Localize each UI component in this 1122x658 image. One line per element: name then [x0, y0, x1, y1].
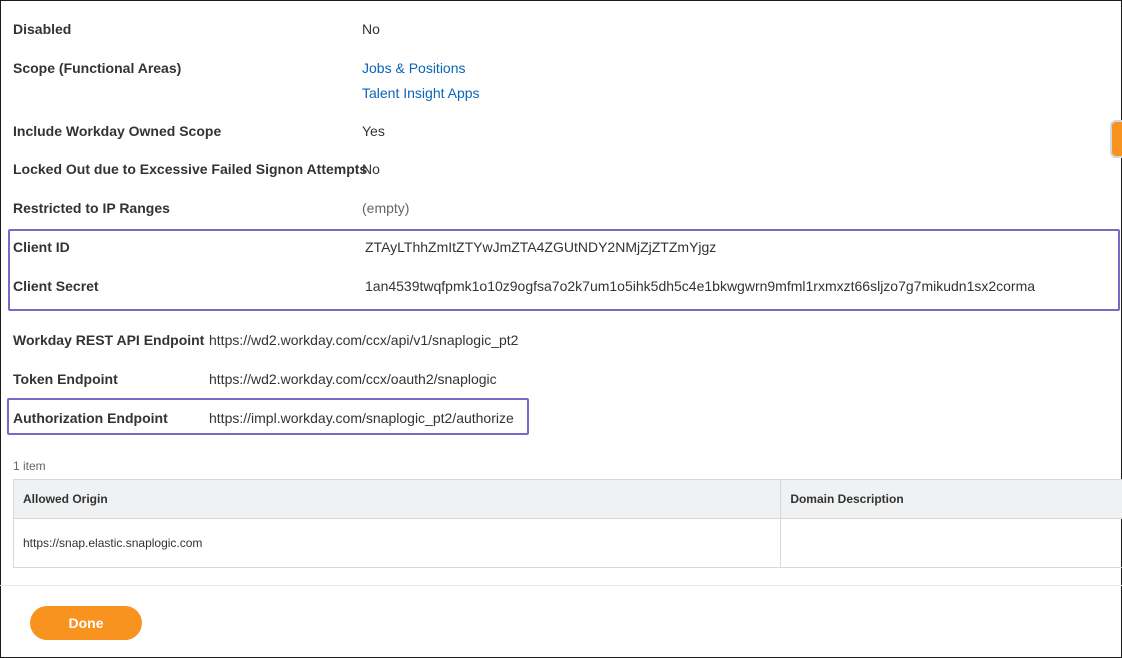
restricted-ip-label: Restricted to IP Ranges: [13, 200, 170, 216]
scope-label: Scope (Functional Areas): [13, 60, 182, 76]
locked-out-label: Locked Out due to Excessive Failed Signo…: [13, 161, 368, 177]
disabled-value: No: [362, 21, 380, 37]
column-header-domain-description[interactable]: Domain Description: [780, 479, 1122, 519]
allowed-origins-table: Allowed Origin Domain Description https:…: [12, 479, 1122, 568]
rest-endpoint-value: https://wd2.workday.com/ccx/api/v1/snapl…: [209, 332, 519, 348]
scope-link-jobs-positions[interactable]: Jobs & Positions: [362, 60, 466, 76]
column-header-allowed-origin[interactable]: Allowed Origin: [12, 479, 782, 519]
table-row: https://snap.elastic.snaplogic.com: [12, 518, 1122, 568]
token-endpoint-label: Token Endpoint: [13, 371, 118, 387]
auth-endpoint-label: Authorization Endpoint: [13, 410, 168, 426]
client-secret-label: Client Secret: [13, 278, 99, 294]
side-panel-toggle-button[interactable]: [1110, 120, 1122, 158]
table-item-count: 1 item: [13, 459, 46, 473]
include-owned-scope-label: Include Workday Owned Scope: [13, 123, 222, 139]
locked-out-value: No: [362, 161, 380, 177]
client-secret-value: 1an4539twqfpmk1o10z9ogfsa7o2k7um1o5ihk5d…: [365, 278, 1036, 294]
auth-endpoint-value: https://impl.workday.com/snaplogic_pt2/a…: [209, 410, 514, 426]
rest-endpoint-label: Workday REST API Endpoint: [13, 332, 205, 348]
token-endpoint-value: https://wd2.workday.com/ccx/oauth2/snapl…: [209, 371, 497, 387]
scope-link-talent-insight-apps[interactable]: Talent Insight Apps: [362, 85, 480, 101]
restricted-ip-value: (empty): [362, 200, 410, 216]
allowed-origin-cell: https://snap.elastic.snaplogic.com: [12, 518, 782, 568]
domain-description-cell: [780, 518, 1122, 568]
disabled-label: Disabled: [13, 21, 72, 37]
client-id-label: Client ID: [13, 239, 70, 255]
include-owned-scope-value: Yes: [362, 123, 385, 139]
table-header-row: Allowed Origin Domain Description: [12, 479, 1122, 519]
done-button[interactable]: Done: [30, 606, 142, 640]
footer-divider: [0, 585, 1122, 586]
client-id-value: ZTAyLThhZmItZTYwJmZTA4ZGUtNDY2NMjZjZTZmY…: [365, 239, 717, 255]
